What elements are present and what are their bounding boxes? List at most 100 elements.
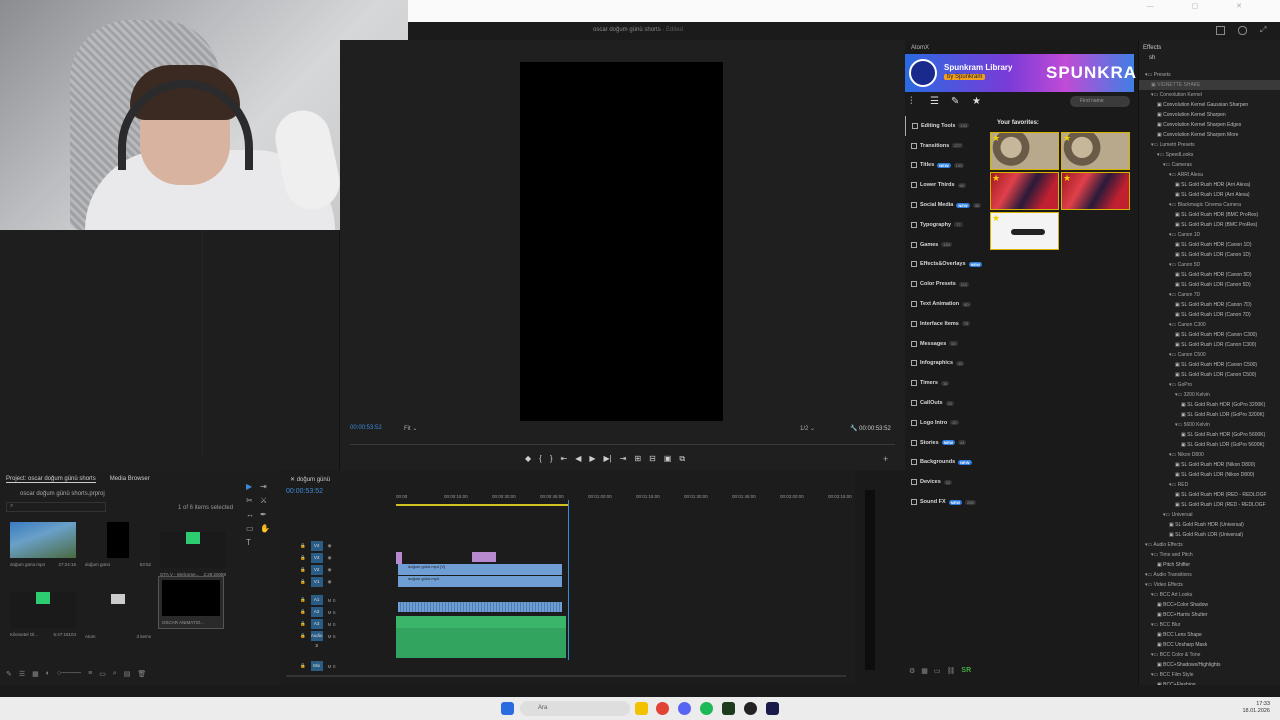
effects-preset[interactable]: ▣ SL Gold Rush LDR (GoPro 5600K) <box>1139 440 1280 450</box>
effects-preset[interactable]: ▣ VIGNETTE SHAKE <box>1139 80 1280 90</box>
a2-clip[interactable] <box>396 616 566 628</box>
icon-view-icon[interactable]: ▦ <box>32 670 39 678</box>
effects-preset[interactable]: ▣ Convolution Kernel Gaussian Sharpen <box>1139 100 1280 110</box>
a3-clip[interactable] <box>396 628 566 658</box>
rectangle-icon[interactable]: ▭ <box>246 524 256 534</box>
effects-preset[interactable]: ▣ BCC Unsharp Mask <box>1139 640 1280 650</box>
timeline-scrollbar[interactable] <box>286 675 846 677</box>
type-tool-icon[interactable]: T <box>246 538 256 548</box>
ripple-edit-icon[interactable]: ✂ <box>246 496 256 506</box>
effects-preset[interactable]: ▣ Pitch Shifter <box>1139 560 1280 570</box>
category-item[interactable]: Text Animation 40 <box>905 294 987 314</box>
lock-icon[interactable]: 🔒 <box>300 597 306 603</box>
obs-icon[interactable] <box>744 702 757 715</box>
effects-folder[interactable]: ▾▭ SpeedLooks <box>1139 150 1280 160</box>
a1-clip[interactable] <box>398 602 562 612</box>
link-icon[interactable]: ⛓ <box>947 667 956 675</box>
effects-folder[interactable]: ▾▭ Canon 7D <box>1139 290 1280 300</box>
project-item[interactable]: OSCAR ANIMATIO... <box>158 576 224 629</box>
track-name[interactable]: V1 <box>310 577 323 587</box>
visibility-icon[interactable]: ◉ <box>328 555 332 561</box>
category-item[interactable]: Color Presets 110 <box>905 274 987 294</box>
effects-preset[interactable]: ▣ SL Gold Rush LDR (Canon 5D) <box>1139 280 1280 290</box>
effects-folder[interactable]: ▾▭ Blackmagic Cinema Camera <box>1139 200 1280 210</box>
effects-preset[interactable]: ▣ SL Gold Rush LDR (Canon C300) <box>1139 340 1280 350</box>
effects-folder[interactable]: ▾▭ Cameras <box>1139 160 1280 170</box>
fit-dropdown[interactable]: Fit ⌄ <box>404 425 417 432</box>
effects-preset[interactable]: ▣ SL Gold Rush LDR (Nikon D800) <box>1139 470 1280 480</box>
effects-preset[interactable]: ▣ Convolution Kernel Sharpen More <box>1139 130 1280 140</box>
lock-icon[interactable]: 🔒 <box>300 567 306 573</box>
program-timecode[interactable]: 00:00:53:52 <box>350 425 382 431</box>
effects-folder[interactable]: ▾▭ ARRI Alexa <box>1139 170 1280 180</box>
export-frame-icon[interactable]: ▣ <box>664 454 672 464</box>
category-item[interactable]: Titles NEW 193 <box>905 156 987 176</box>
step-forward-icon[interactable]: ▶| <box>604 454 612 464</box>
category-item[interactable]: Effects&Overlays NEW <box>905 255 987 275</box>
effects-preset[interactable]: ▣ SL Gold Rush HDR (Canon C300) <box>1139 330 1280 340</box>
lock-icon[interactable]: 🔒 <box>300 543 306 549</box>
effects-folder[interactable]: ▾▭ BCC Art Looks <box>1139 590 1280 600</box>
effects-preset[interactable]: ▣ SL Gold Rush HDR (GoPro 3200K) <box>1139 400 1280 410</box>
category-item[interactable]: Interface Items 75 <box>905 314 987 334</box>
selection-tool-icon[interactable]: ▶ <box>246 482 256 492</box>
category-item[interactable]: Logo Intro 20 <box>905 413 987 433</box>
track-name[interactable]: Audio 3 <box>310 631 323 648</box>
effects-preset[interactable]: ▣ SL Gold Rush HDR (GoPro 5600K) <box>1139 430 1280 440</box>
track-header[interactable]: 🔒 V3 ◉ <box>286 552 394 564</box>
effects-preset[interactable]: ▣ SL Gold Rush LDR (Universal) <box>1139 530 1280 540</box>
spunkram-banner[interactable]: Spunkram Library by Spunkram SPUNKRA <box>905 54 1136 92</box>
mark-out-icon[interactable]: } <box>550 454 553 464</box>
resolution-dropdown[interactable]: 1/2 ⌄ <box>800 425 815 432</box>
lift-icon[interactable]: ⊞ <box>634 454 641 464</box>
program-viewer[interactable] <box>520 62 723 421</box>
tab-media-browser[interactable]: Media Browser <box>110 476 150 483</box>
sort-icon[interactable]: ≡ <box>88 670 92 678</box>
visibility-icon[interactable]: ◉ <box>328 579 332 585</box>
effects-preset[interactable]: ▣ BCC Lens Shape <box>1139 630 1280 640</box>
effects-preset[interactable]: ▣ SL Gold Rush HDR (Arri Alexa) <box>1139 180 1280 190</box>
system-clock[interactable]: 17:33 18.01.2026 <box>1242 701 1270 715</box>
file-explorer-icon[interactable] <box>635 702 648 715</box>
razor-icon[interactable]: ⚔ <box>260 496 270 506</box>
track-name[interactable]: Mix <box>310 661 323 671</box>
terminal-icon[interactable] <box>722 702 735 715</box>
add-button-icon[interactable]: + <box>883 454 888 464</box>
slip-icon[interactable]: ↔ <box>246 510 256 520</box>
playhead[interactable] <box>568 500 569 660</box>
effects-preset[interactable]: ▣ SL Gold Rush HDR (BMC ProRes) <box>1139 210 1280 220</box>
effects-folder[interactable]: ▾▭ RED <box>1139 480 1280 490</box>
mute-solo-icon[interactable]: M S <box>328 664 336 669</box>
track-name[interactable]: V3 <box>310 553 323 563</box>
category-item[interactable]: Infographics 40 <box>905 354 987 374</box>
track-header[interactable]: 🔒 Audio 3 M S <box>286 630 394 648</box>
layout-icon[interactable] <box>1216 26 1225 35</box>
find-name-input[interactable]: Find name <box>1070 96 1130 107</box>
favorite-thumb[interactable]: ★ <box>990 132 1059 170</box>
category-item[interactable]: Backgrounds NEW <box>905 453 987 473</box>
track-header[interactable]: 🔒 A1 M S <box>286 594 394 606</box>
category-item[interactable]: Editing Tools 142 <box>905 116 987 136</box>
v3-clip[interactable] <box>472 552 496 562</box>
category-item[interactable]: Stories NEW 44 <box>905 433 987 453</box>
premiere-icon[interactable] <box>766 702 779 715</box>
effects-folder[interactable]: ▾▭ Time and Pitch <box>1139 550 1280 560</box>
favorite-thumb[interactable]: ★ <box>990 172 1059 210</box>
category-item[interactable]: Devices 33 <box>905 472 987 492</box>
track-name[interactable]: A2 <box>310 607 323 617</box>
tab-project[interactable]: Project: oscar doğum günü shorts <box>6 476 96 483</box>
track-header[interactable]: 🔒 A3 M S <box>286 618 394 630</box>
sr-logo[interactable]: SR <box>961 667 971 675</box>
track-name[interactable]: V2 <box>310 565 323 575</box>
category-item[interactable]: Messages 54 <box>905 334 987 354</box>
effects-preset[interactable]: ▣ SL Gold Rush HDR (Canon 5D) <box>1139 270 1280 280</box>
favorite-thumb[interactable]: ★ <box>990 212 1059 250</box>
effects-preset[interactable]: ▣ BCC+Color Shadow <box>1139 600 1280 610</box>
extract-icon[interactable]: ⊟ <box>649 454 656 464</box>
time-ruler[interactable]: 00:00 00:00:15:00 00:00:30:00 00:00:45:00 00… <box>396 494 852 502</box>
lock-icon[interactable]: 🔒 <box>300 579 306 585</box>
track-header[interactable]: 🔒 Mix M S <box>286 660 394 672</box>
effects-preset[interactable]: ▣ Convolution Kernel Sharpen Edges <box>1139 120 1280 130</box>
freeform-icon[interactable]: ◐ <box>46 670 50 678</box>
category-item[interactable]: Games 154 <box>905 235 987 255</box>
